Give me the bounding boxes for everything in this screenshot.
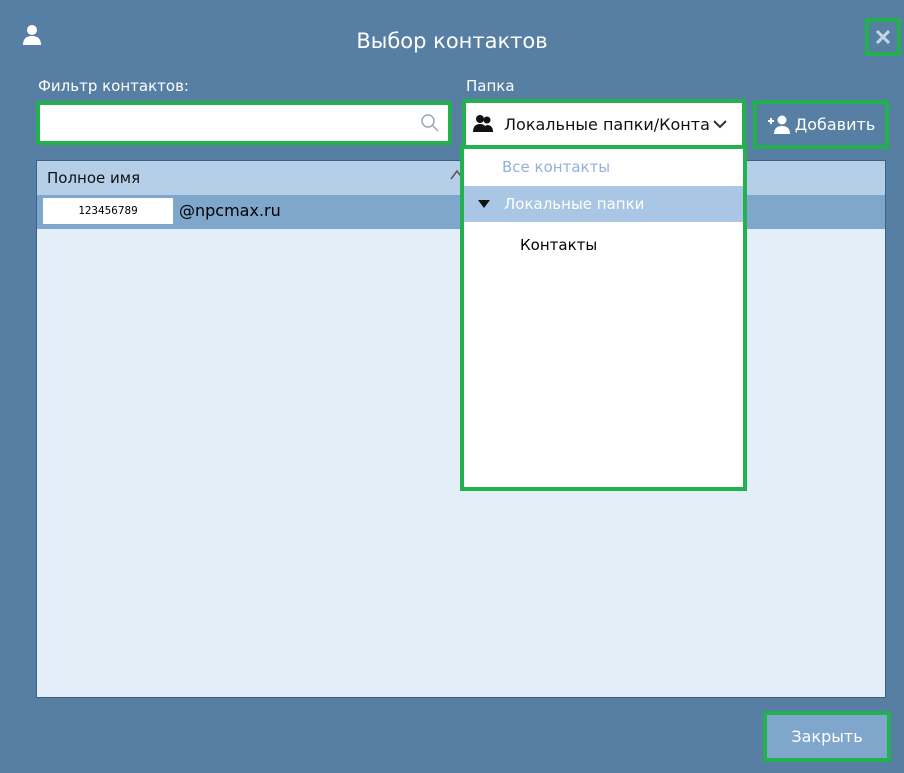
contacts-folder-icon: [473, 115, 493, 132]
add-person-icon: [767, 115, 790, 134]
dropdown-item-all-contacts[interactable]: Все контакты: [464, 149, 743, 185]
dropdown-item-contacts[interactable]: Контакты: [464, 227, 743, 263]
dropdown-item-local-folders[interactable]: Локальные папки: [464, 186, 743, 222]
contact-email: @npcmax.ru: [179, 201, 281, 220]
add-contact-button[interactable]: Добавить: [753, 100, 889, 149]
expand-triangle-icon: [478, 200, 490, 208]
contact-name: 123456789: [43, 198, 173, 224]
folder-label: Папка: [466, 77, 515, 95]
chevron-down-icon: [713, 120, 727, 129]
dialog-title: Выбор контактов: [356, 29, 548, 53]
filter-label: Фильтр контактов:: [38, 77, 189, 95]
close-window-button[interactable]: [865, 18, 901, 56]
folder-dropdown: Все контакты Локальные папки Контакты: [460, 145, 747, 491]
close-button[interactable]: Закрыть: [763, 711, 891, 762]
column-header-full-name[interactable]: Полное имя: [47, 169, 140, 187]
folder-select-value: Локальные папки/Контакты: [504, 114, 710, 134]
dropdown-item-label: Локальные папки: [504, 195, 645, 213]
close-icon: [875, 29, 891, 45]
contacts-dialog: Выбор контактов Фильтр контактов: Папка …: [0, 0, 904, 773]
filter-field[interactable]: [36, 101, 452, 145]
folder-select[interactable]: Локальные папки/Контакты: [462, 99, 746, 149]
filter-input[interactable]: [44, 109, 414, 139]
add-contact-label: Добавить: [794, 115, 876, 134]
search-icon: [421, 114, 439, 132]
